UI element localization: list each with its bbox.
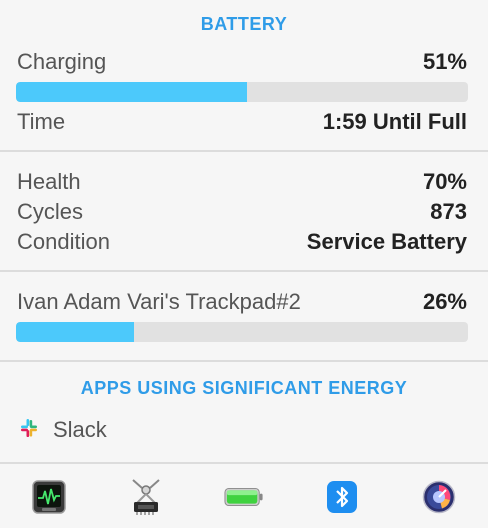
device-value: 26% (422, 289, 467, 314)
condition-label: Condition (17, 229, 110, 254)
system-information-icon (132, 479, 161, 515)
activity-monitor-icon (32, 480, 66, 514)
charging-value: 51% (422, 49, 467, 74)
cycles-value: 873 (430, 199, 467, 224)
device-bar-fill (16, 322, 134, 342)
cycles-row: Cycles 873 (17, 198, 467, 226)
health-value: 70% (422, 169, 467, 194)
bottom-toolbar (0, 466, 488, 528)
divider (0, 360, 488, 362)
device-name: Ivan Adam Vari's Trackpad#2 (17, 289, 301, 314)
health-row: Health 70% (17, 168, 467, 196)
device-row: Ivan Adam Vari's Trackpad#2 26% (17, 288, 467, 316)
charging-row: Charging 51% (17, 48, 467, 76)
app-label: Slack (53, 417, 107, 442)
battery-panel: BATTERY Charging 51% Time 1:59 Until Ful… (0, 0, 488, 528)
app-item-slack[interactable]: Slack (17, 414, 107, 446)
battery-section-title: BATTERY (200, 14, 288, 34)
time-label: Time (17, 109, 66, 134)
system-information-button[interactable] (126, 477, 166, 517)
slack-icon (17, 416, 41, 445)
battery-icon (224, 487, 263, 507)
activity-monitor-button[interactable] (29, 477, 69, 517)
charging-bar (16, 82, 468, 102)
condition-value: Service Battery (306, 229, 467, 254)
charging-label: Charging (17, 49, 107, 74)
istat-menus-button[interactable] (419, 477, 459, 517)
device-bar (16, 322, 468, 342)
battery-button[interactable] (224, 477, 264, 517)
divider (0, 270, 488, 272)
divider (0, 462, 488, 464)
condition-row: Condition Service Battery (17, 228, 467, 256)
charging-bar-fill (16, 82, 247, 102)
istat-menus-icon (422, 480, 456, 514)
time-row: Time 1:59 Until Full (17, 108, 467, 136)
health-label: Health (17, 169, 81, 194)
bluetooth-icon (326, 481, 357, 513)
apps-section-title: APPS USING SIGNIFICANT ENERGY (80, 378, 408, 398)
divider (0, 150, 488, 152)
bluetooth-button[interactable] (322, 477, 362, 517)
cycles-label: Cycles (17, 199, 84, 224)
time-value: 1:59 Until Full (322, 109, 467, 134)
